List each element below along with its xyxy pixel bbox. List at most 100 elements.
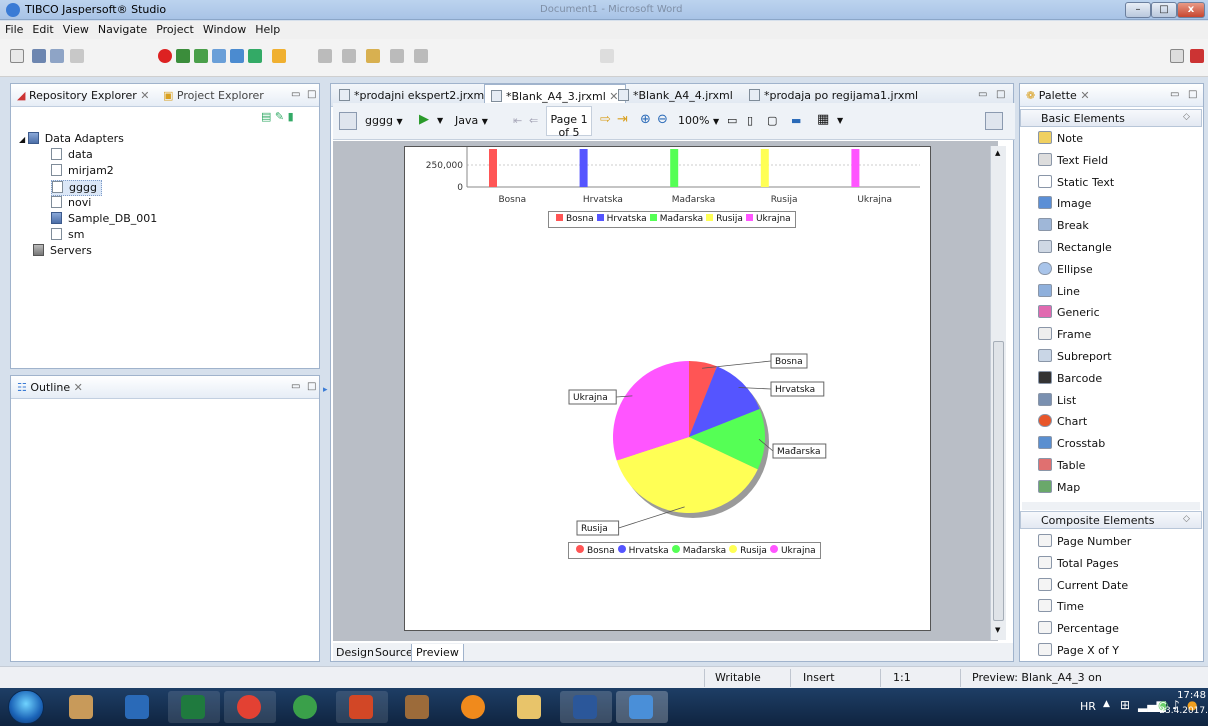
taskbar-app[interactable]: [392, 691, 444, 723]
palette-section-basic[interactable]: Basic Elements ◇: [1020, 109, 1202, 127]
taskbar-app[interactable]: [112, 691, 164, 723]
palette-item-text-field[interactable]: Text Field: [1038, 152, 1108, 171]
link-icon[interactable]: [600, 49, 614, 63]
tab-outline[interactable]: ☷ Outline ✕: [17, 381, 83, 394]
save-report-icon[interactable]: ▦: [817, 112, 829, 127]
palette-item-subreport[interactable]: Subreport: [1038, 349, 1112, 367]
report-perspective-icon[interactable]: [1190, 49, 1204, 63]
last-page-icon[interactable]: ⇥: [617, 112, 628, 127]
scrollbar-thumb[interactable]: [993, 341, 1004, 621]
palette-scroll-divider[interactable]: [1022, 502, 1200, 510]
palette-item-ellipse[interactable]: Ellipse: [1038, 261, 1093, 280]
maximize-view-icon[interactable]: □: [1188, 89, 1197, 100]
language-select[interactable]: Java ▼: [455, 114, 488, 127]
taskbar-app[interactable]: [560, 691, 612, 723]
taskbar-app[interactable]: [168, 691, 220, 723]
tab-design[interactable]: Design: [336, 646, 374, 659]
minimize-button[interactable]: –: [1125, 2, 1151, 18]
previous-page-icon[interactable]: ⇐: [529, 114, 538, 127]
minimize-editor-icon[interactable]: ▭: [978, 89, 987, 100]
maximize-button[interactable]: □: [1151, 2, 1177, 18]
maximize-view-icon[interactable]: □: [307, 89, 316, 100]
search-icon[interactable]: [248, 49, 262, 63]
adapter-select[interactable]: gggg ▼: [365, 114, 403, 127]
fit-page-icon[interactable]: ▭: [727, 114, 737, 127]
save-menu-chevron-icon[interactable]: ▼: [837, 116, 843, 125]
tree-item-novi[interactable]: novi: [51, 196, 91, 212]
palette-item-static-text[interactable]: Static Text: [1038, 174, 1114, 193]
tree-item-mirjam2[interactable]: mirjam2: [51, 164, 114, 180]
menu-project[interactable]: Project: [151, 21, 198, 36]
minimize-view-icon[interactable]: ▭: [291, 89, 300, 100]
tree-item-sm[interactable]: sm: [51, 228, 84, 244]
palette-item-note[interactable]: Note: [1038, 131, 1083, 149]
palette-item-rectangle[interactable]: Rectangle: [1038, 240, 1112, 258]
palette-item-frame[interactable]: Frame: [1038, 327, 1091, 345]
scroll-down-icon[interactable]: ▼: [995, 626, 1000, 634]
tree-item-gggg[interactable]: gggg: [51, 180, 102, 196]
adapter-toolbar-icons[interactable]: ▤ ✎ ▮: [261, 110, 294, 123]
compile-icon[interactable]: [230, 49, 244, 63]
menu-edit[interactable]: Edit: [27, 21, 57, 36]
close-tab-icon[interactable]: ✕: [1080, 89, 1089, 102]
taskbar-app[interactable]: [336, 691, 388, 723]
palette-item-image[interactable]: Image: [1038, 196, 1091, 214]
palette-item-break[interactable]: Break: [1038, 218, 1089, 236]
close-button[interactable]: x: [1177, 2, 1205, 18]
taskbar-app[interactable]: [616, 691, 668, 723]
close-tab-icon[interactable]: ✕: [140, 89, 149, 102]
close-tab-icon[interactable]: ✕: [74, 381, 83, 394]
preview-options-icon[interactable]: [985, 112, 1003, 130]
show-hidden-icons-icon[interactable]: ▲: [1103, 699, 1110, 709]
menu-view[interactable]: View: [58, 21, 93, 36]
palette-item-list[interactable]: List: [1038, 392, 1076, 411]
vertical-scrollbar[interactable]: ▲ ▼: [990, 146, 1006, 640]
minimize-view-icon[interactable]: ▭: [291, 381, 300, 392]
maximize-view-icon[interactable]: □: [307, 381, 316, 392]
back-icon[interactable]: [390, 49, 404, 63]
menu-window[interactable]: Window: [198, 21, 250, 36]
menu-help[interactable]: Help: [250, 21, 284, 36]
tab-preview[interactable]: Preview: [411, 644, 464, 662]
save-icon[interactable]: [32, 49, 46, 63]
tree-item-data[interactable]: data: [51, 148, 93, 164]
palette-item-crosstab[interactable]: Crosstab: [1038, 436, 1105, 454]
last-edit-icon[interactable]: [366, 49, 380, 63]
taskbar-app[interactable]: [504, 691, 556, 723]
palette-item-page-x-of-y[interactable]: Page X of Y: [1038, 643, 1119, 661]
palette-item-page-number[interactable]: Page Number: [1038, 534, 1131, 552]
zoom-in-icon[interactable]: ⊕: [640, 112, 651, 127]
edit-icon[interactable]: [212, 49, 226, 63]
zoom-out-icon[interactable]: ⊖: [657, 112, 668, 127]
palette-item-chart[interactable]: Chart: [1038, 414, 1087, 432]
palette-section-composite[interactable]: Composite Elements ◇: [1020, 511, 1202, 529]
first-page-icon[interactable]: ⇤: [513, 114, 522, 127]
palette-item-line[interactable]: Line: [1038, 283, 1080, 302]
start-button[interactable]: [8, 690, 44, 724]
maximize-editor-icon[interactable]: □: [996, 89, 1005, 100]
tree-item-sample-db[interactable]: Sample_DB_001: [51, 212, 157, 228]
tab-repository-explorer[interactable]: ◢ Repository Explorer ✕: [17, 89, 149, 102]
input-language[interactable]: HR: [1080, 700, 1096, 713]
next-page-icon[interactable]: ⇨: [600, 112, 611, 127]
debug-icon[interactable]: [158, 49, 172, 63]
next-annotation-icon[interactable]: [318, 49, 332, 63]
actual-size-icon[interactable]: ▢: [767, 114, 777, 127]
palette-item-current-date[interactable]: Current Date: [1038, 577, 1128, 596]
tool-icon[interactable]: [272, 49, 286, 63]
perspective-icon[interactable]: [1170, 49, 1184, 63]
taskbar-app[interactable]: [56, 691, 108, 723]
new-report-icon[interactable]: [176, 49, 190, 63]
run-report-icon[interactable]: ▶: [419, 112, 429, 127]
taskbar-app[interactable]: [448, 691, 500, 723]
new-adapter-icon[interactable]: [194, 49, 208, 63]
taskbar-app[interactable]: [224, 691, 276, 723]
taskbar-app[interactable]: [280, 691, 332, 723]
print-icon[interactable]: [70, 49, 84, 63]
expand-panel-arrow-icon[interactable]: ▸: [323, 385, 328, 395]
data-adapter-selector-icon[interactable]: [339, 112, 357, 130]
clock-date[interactable]: 23.4.2017.: [1150, 706, 1208, 716]
palette-item-total-pages[interactable]: Total Pages: [1038, 555, 1119, 574]
tree-item-data-adapters[interactable]: ◢ Data Adapters: [19, 132, 124, 148]
palette-item-barcode[interactable]: Barcode: [1038, 370, 1102, 389]
